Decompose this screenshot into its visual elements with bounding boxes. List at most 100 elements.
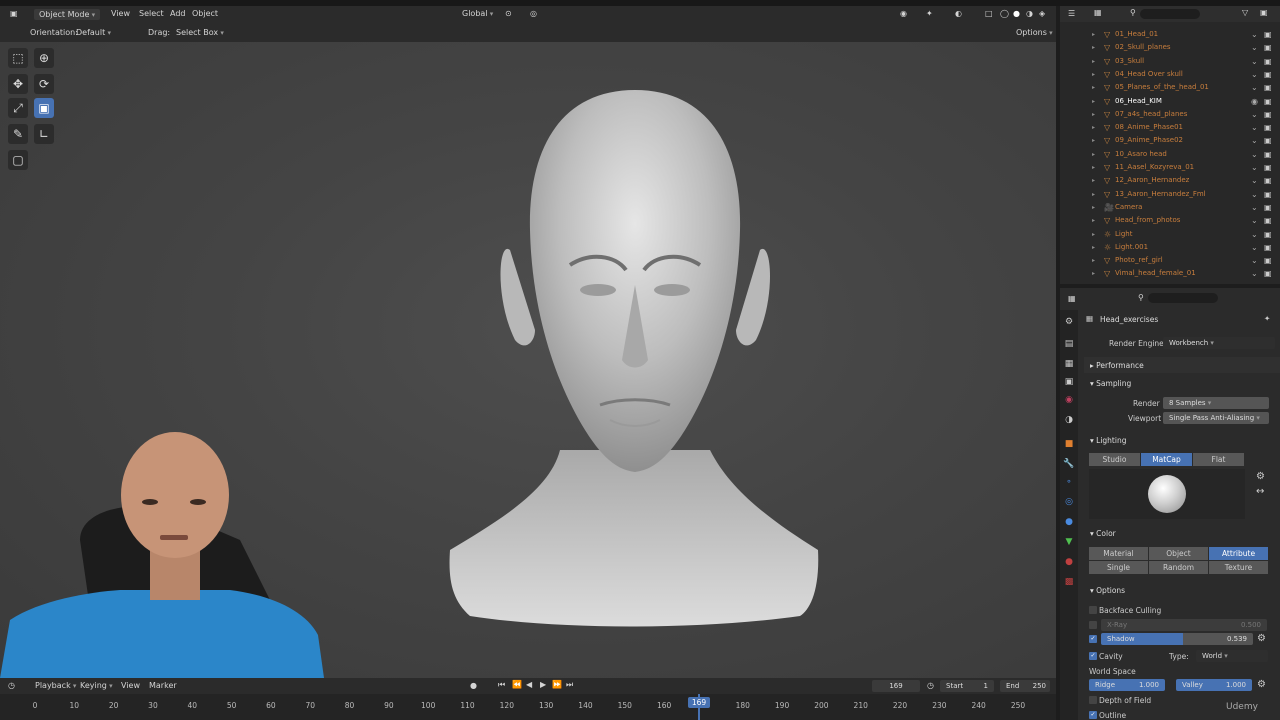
expand-icon[interactable]: ▸ [1092,228,1095,241]
pin-icon[interactable]: ✦ [1264,314,1270,323]
expand-icon[interactable]: ▸ [1092,214,1095,227]
texture-tab-icon[interactable]: ▩ [1063,576,1075,588]
display-mode-icon[interactable]: ▦ [1094,8,1102,17]
keying-menu[interactable]: Keying [80,681,113,690]
expand-icon[interactable]: ▸ [1092,201,1095,214]
hide-toggle-icon[interactable]: ⌄ [1251,254,1258,267]
render-engine-dropdown[interactable]: Workbench [1163,337,1275,349]
viewport-samples-dropdown[interactable]: Single Pass Anti-Aliasing [1163,412,1269,424]
hide-toggle-icon[interactable]: ⌄ [1251,134,1258,147]
constraint-tab-icon[interactable]: ● [1063,516,1075,528]
hide-toggle-icon[interactable]: ⌄ [1251,55,1258,68]
render-toggle-icon[interactable]: ▣ [1264,134,1272,147]
expand-icon[interactable]: ▸ [1092,267,1095,280]
render-toggle-icon[interactable]: ▣ [1264,228,1272,241]
options-header[interactable]: ▾ Options [1090,586,1125,595]
hide-toggle-icon[interactable]: ⌄ [1251,148,1258,161]
outliner-item[interactable]: ▸ ▽ Vimal_head_female_01 ⌄ ▣ [1060,267,1280,280]
shadow-settings-icon[interactable]: ⚙ [1257,633,1266,644]
color-random-button[interactable]: Random [1149,561,1208,574]
render-toggle-icon[interactable]: ▣ [1264,188,1272,201]
cavity-type-dropdown[interactable]: World [1196,650,1268,662]
outliner-item[interactable]: ▸ ▽ 12_Aaron_Hernandez ⌄ ▣ [1060,174,1280,187]
preview-range-icon[interactable]: ◷ [927,681,934,690]
render-toggle-icon[interactable]: ▣ [1264,68,1272,81]
xray-slider[interactable]: X-Ray 0.500 [1101,619,1267,631]
render-toggle-icon[interactable]: ▣ [1264,108,1272,121]
render-toggle-icon[interactable]: ▣ [1264,55,1272,68]
outliner-item[interactable]: ▸ ▽ 06_Head_KIM ◉ ▣ [1060,95,1280,108]
xray-checkbox[interactable] [1089,621,1097,629]
outliner-item[interactable]: ▸ ▽ 03_Skull ⌄ ▣ [1060,55,1280,68]
hide-toggle-icon[interactable]: ⌄ [1251,228,1258,241]
expand-icon[interactable]: ▸ [1092,254,1095,267]
overlay-icon[interactable]: ◐ [955,9,962,18]
outline-checkbox[interactable]: ✓ [1089,711,1097,719]
outliner-item[interactable]: ▸ ▽ 10_Asaro head ⌄ ▣ [1060,148,1280,161]
properties-search-input[interactable] [1148,293,1218,303]
sampling-header[interactable]: ▾ Sampling [1090,379,1131,388]
menu-add[interactable]: Add [170,9,186,18]
render-toggle-icon[interactable]: ▣ [1264,254,1272,267]
object-tab-icon[interactable]: ■ [1063,438,1075,450]
render-samples-dropdown[interactable]: 8 Samples [1163,397,1269,409]
render-toggle-icon[interactable]: ▣ [1264,201,1272,214]
shadow-slider[interactable]: Shadow 0.539 [1101,633,1253,645]
snap-icon[interactable]: ⊙ [505,9,512,18]
render-toggle-icon[interactable]: ▣ [1264,214,1272,227]
play-icon[interactable]: ▶ [540,680,546,689]
outliner-item[interactable]: ▸ ▽ 11_Aasel_Kozyreva_01 ⌄ ▣ [1060,161,1280,174]
mode-dropdown[interactable]: Object Mode [34,9,101,20]
outliner-item[interactable]: ▸ ▽ Head_from_photos ⌄ ▣ [1060,214,1280,227]
expand-icon[interactable]: ▸ [1092,95,1095,108]
expand-icon[interactable]: ▸ [1092,148,1095,161]
render-toggle-icon[interactable]: ▣ [1264,28,1272,41]
particles-tab-icon[interactable]: ∘ [1063,476,1075,488]
render-toggle-icon[interactable]: ▣ [1264,121,1272,134]
hide-toggle-icon[interactable]: ⌄ [1251,188,1258,201]
outliner-item[interactable]: ▸ ▽ 13_Aaron_Hernandez_Fml ⌄ ▣ [1060,188,1280,201]
shading-rendered-icon[interactable]: ◈ [1039,9,1045,18]
shading-material-icon[interactable]: ◑ [1026,9,1033,18]
filter-icon[interactable]: ▽ [1242,8,1248,17]
add-cube-tool-icon[interactable]: ▢ [8,150,28,170]
measure-tool-icon[interactable]: ∟ [34,124,54,144]
hide-toggle-icon[interactable]: ⌄ [1251,41,1258,54]
tool-tab-icon[interactable]: ⚙ [1063,316,1075,328]
annotate-tool-icon[interactable]: ✎ [8,124,28,144]
outliner-item[interactable]: ▸ ▽ 05_Planes_of_the_head_01 ⌄ ▣ [1060,81,1280,94]
lighting-studio-button[interactable]: Studio [1089,453,1140,466]
color-single-button[interactable]: Single [1089,561,1148,574]
matcap-flip-icon[interactable]: ↔ [1256,486,1264,497]
prev-keyframe-icon[interactable]: ⏪ [512,680,522,689]
proportional-icon[interactable]: ◎ [530,9,537,18]
backface-checkbox[interactable] [1089,606,1097,614]
next-keyframe-icon[interactable]: ⏩ [552,680,562,689]
gizmo-icon[interactable]: ✦ [926,9,933,18]
render-toggle-icon[interactable]: ▣ [1264,241,1272,254]
timeline-editor-icon[interactable]: ◷ [8,681,15,690]
expand-icon[interactable]: ▸ [1092,174,1095,187]
expand-icon[interactable]: ▸ [1092,241,1095,254]
expand-icon[interactable]: ▸ [1092,41,1095,54]
hide-toggle-icon[interactable]: ⌄ [1251,121,1258,134]
performance-header[interactable]: ▸ Performance [1090,361,1144,370]
dof-checkbox[interactable] [1089,696,1097,704]
render-toggle-icon[interactable]: ▣ [1264,174,1272,187]
color-header[interactable]: ▾ Color [1090,529,1116,538]
hide-toggle-icon[interactable]: ◉ [1251,95,1258,108]
end-frame-field[interactable]: End 250 [1000,680,1050,692]
matcap-settings-icon[interactable]: ⚙ [1256,471,1265,482]
xray-toggle-icon[interactable]: □ [985,9,993,18]
visibility-icon[interactable]: ◉ [900,9,907,18]
outliner-item[interactable]: ▸ ▽ 02_Skull_planes ⌄ ▣ [1060,41,1280,54]
hide-toggle-icon[interactable]: ⌄ [1251,161,1258,174]
color-attribute-button[interactable]: Attribute [1209,547,1268,560]
outliner-item[interactable]: ▸ ☼ Light ⌄ ▣ [1060,228,1280,241]
shadow-checkbox[interactable]: ✓ [1089,635,1097,643]
editor-type-icon[interactable]: ▣ [10,9,18,18]
world-tab-icon[interactable]: ◑ [1063,414,1075,426]
jump-start-icon[interactable]: ⏮ [498,680,505,690]
hide-toggle-icon[interactable]: ⌄ [1251,174,1258,187]
color-object-button[interactable]: Object [1149,547,1208,560]
